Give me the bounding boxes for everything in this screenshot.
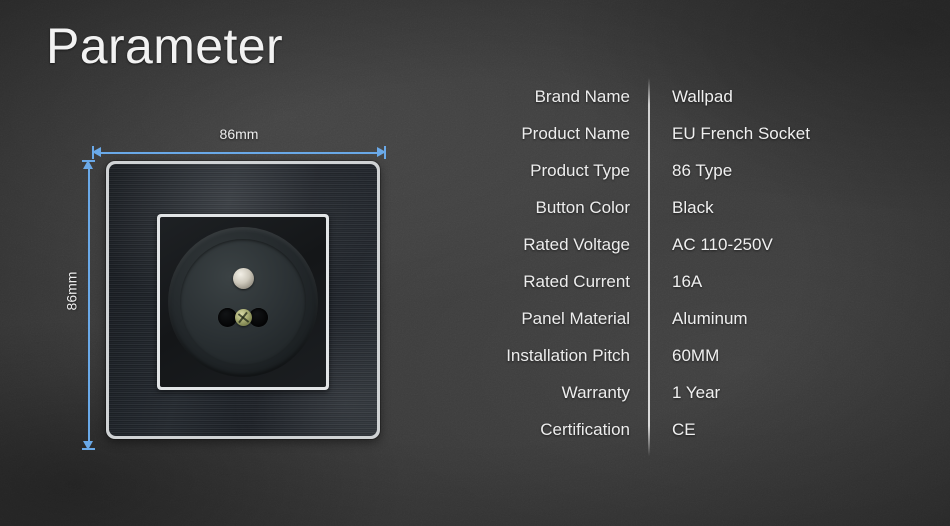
spec-row: Button Color Black <box>430 189 900 226</box>
spec-table: Brand Name Wallpad Product Name EU French S… <box>430 78 900 456</box>
spec-value: Black <box>672 197 714 217</box>
spec-label: Installation Pitch <box>506 345 630 365</box>
spec-row: Brand Name Wallpad <box>430 78 900 115</box>
socket-inner-face <box>160 217 326 387</box>
spec-row: Certification CE <box>430 411 900 448</box>
spec-label: Product Type <box>530 160 630 180</box>
spec-row: Product Type 86 Type <box>430 152 900 189</box>
parameter-banner: Parameter 86mm 86mm Brand Name Wallpad P… <box>0 0 950 526</box>
width-dimension-arrow <box>92 146 386 159</box>
socket-hole-right <box>249 308 268 327</box>
center-screw-icon <box>234 309 252 326</box>
width-dimension-line <box>99 152 379 154</box>
spec-value: 1 Year <box>672 382 721 402</box>
spec-label: Panel Material <box>521 308 630 328</box>
spec-value: 16A <box>672 271 703 291</box>
spec-label: Warranty <box>561 382 630 402</box>
spec-row: Warranty 1 Year <box>430 374 900 411</box>
socket-well-outer <box>168 227 318 377</box>
spec-label: Brand Name <box>534 86 630 106</box>
spec-label: Button Color <box>535 197 631 217</box>
spec-row: Installation Pitch 60MM <box>430 337 900 374</box>
arrow-down-icon <box>83 441 93 450</box>
spec-label: Rated Voltage <box>523 234 630 254</box>
spec-value: 86 Type <box>672 160 733 180</box>
spec-value: AC 110-250V <box>672 234 773 254</box>
spec-value: EU French Socket <box>672 123 810 143</box>
arrow-up-icon <box>83 160 93 169</box>
socket-panel <box>106 161 380 439</box>
spec-label: Product Name <box>521 123 630 143</box>
width-dimension-label: 86mm <box>219 126 259 142</box>
spec-row: Rated Current 16A <box>430 263 900 300</box>
height-dimension-label: 86mm <box>63 271 80 311</box>
arrow-left-icon <box>92 147 101 157</box>
spec-label: Certification <box>540 419 630 439</box>
spec-value: CE <box>672 419 696 439</box>
socket-inner-frame <box>157 214 329 390</box>
spec-value: Wallpad <box>672 86 733 106</box>
socket-well-inner <box>180 239 306 365</box>
spec-row: Product Name EU French Socket <box>430 115 900 152</box>
spec-table-body: Brand Name Wallpad Product Name EU French S… <box>430 78 900 448</box>
spec-row: Rated Voltage AC 110-250V <box>430 226 900 263</box>
arrow-right-icon <box>377 147 386 157</box>
spec-row: Panel Material Aluminum <box>430 300 900 337</box>
spec-label: Rated Current <box>523 271 630 291</box>
page-title: Parameter <box>46 18 284 74</box>
height-dimension-arrow <box>82 160 95 450</box>
earth-pin-icon <box>232 268 254 289</box>
spec-value: Aluminum <box>672 308 748 328</box>
height-dimension-line <box>88 167 90 443</box>
spec-value: 60MM <box>672 345 720 365</box>
spec-table-divider <box>648 78 650 456</box>
